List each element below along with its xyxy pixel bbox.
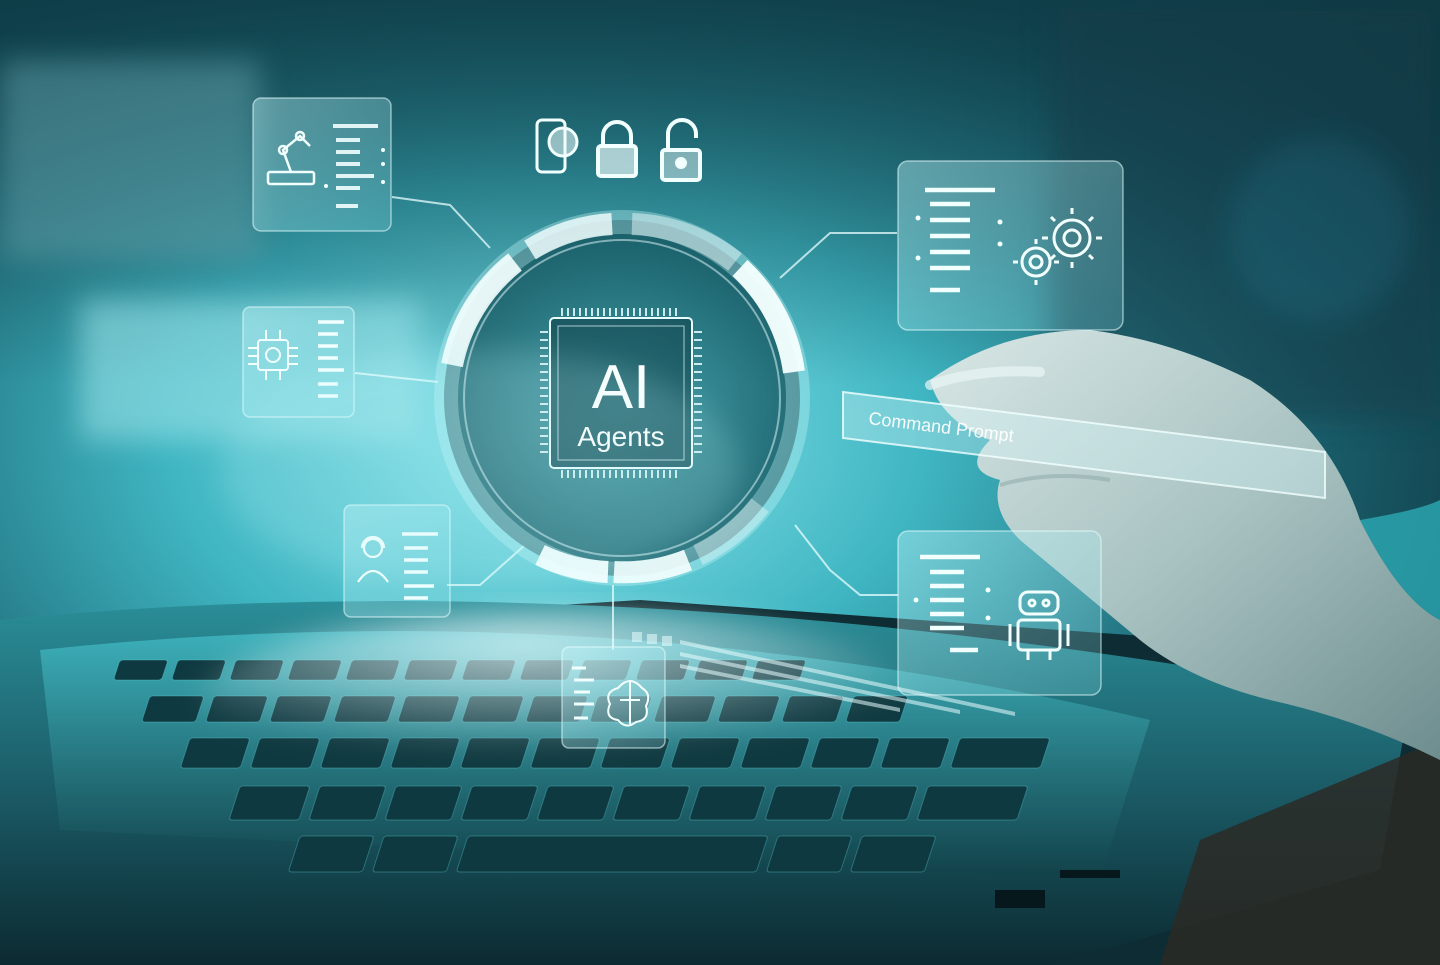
card-gears xyxy=(897,160,1124,331)
card-brain xyxy=(561,646,666,749)
card-robot-arm xyxy=(252,97,392,232)
card-robot xyxy=(897,530,1102,696)
ai-agents-photo: AI Agents Command Prompt xyxy=(0,0,1440,965)
